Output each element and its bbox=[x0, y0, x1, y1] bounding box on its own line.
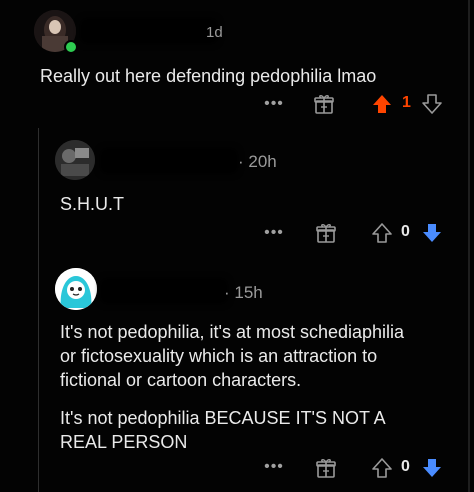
upvote-arrow-icon bbox=[372, 458, 392, 478]
downvote-button[interactable] bbox=[420, 92, 444, 116]
award-button[interactable] bbox=[314, 221, 338, 245]
upvote-arrow-icon bbox=[372, 223, 392, 243]
award-gift-icon bbox=[314, 95, 334, 114]
avatar-image-icon bbox=[55, 268, 97, 310]
scroll-edge bbox=[468, 0, 470, 492]
award-button[interactable] bbox=[312, 92, 336, 116]
comment-timestamp: 1d bbox=[206, 24, 223, 41]
downvote-arrow-icon bbox=[422, 94, 442, 114]
separator-dot: · bbox=[238, 152, 249, 171]
more-options-icon: ••• bbox=[264, 458, 284, 475]
more-options-icon: ••• bbox=[264, 224, 284, 241]
comment-body-line: It's not pedophilia, it's at most schedi… bbox=[60, 322, 405, 342]
comment-body-line: fictional or cartoon characters. bbox=[60, 370, 302, 390]
more-options-button[interactable]: ••• bbox=[262, 456, 286, 478]
comment-timestamp: · 15h bbox=[224, 283, 263, 303]
avatar[interactable] bbox=[55, 140, 95, 180]
comment-body-line: It's not pedophilia BECAUSE IT'S NOT A bbox=[60, 408, 386, 428]
separator-dot: · bbox=[224, 283, 235, 302]
comment-body: Really out here defending pedophilia lma… bbox=[40, 64, 440, 88]
upvote-button[interactable] bbox=[370, 221, 394, 245]
comment-body-line: REAL PERSON bbox=[60, 432, 188, 452]
upvote-arrow-icon bbox=[373, 95, 391, 113]
vote-count: 0 bbox=[401, 458, 410, 475]
comment-body-line: Really out here defending pedophilia lma… bbox=[40, 66, 377, 86]
more-options-button[interactable]: ••• bbox=[262, 93, 286, 115]
comment-thread: 1d Really out here defending pedophilia … bbox=[0, 0, 474, 492]
more-options-icon: ••• bbox=[264, 95, 284, 112]
comment-timestamp: · 20h bbox=[238, 152, 277, 172]
award-gift-icon bbox=[316, 459, 336, 478]
comment-body: S.H.U.T bbox=[60, 192, 440, 216]
vote-count: 0 bbox=[401, 223, 410, 240]
redacted-username bbox=[104, 152, 234, 170]
upvote-button[interactable] bbox=[370, 456, 394, 480]
redacted-username bbox=[104, 282, 224, 300]
downvote-arrow-icon bbox=[423, 459, 441, 477]
comment-time: 15h bbox=[234, 283, 263, 302]
award-gift-icon bbox=[316, 224, 336, 243]
avatar-image-icon bbox=[55, 140, 95, 180]
comment-time: 20h bbox=[248, 152, 277, 171]
downvote-button[interactable] bbox=[420, 221, 444, 245]
redacted-username bbox=[84, 22, 214, 40]
award-button[interactable] bbox=[314, 456, 338, 480]
comment-body-line: or fictosexuality which is an attraction… bbox=[60, 346, 378, 366]
downvote-button[interactable] bbox=[420, 456, 444, 480]
online-status-dot bbox=[64, 40, 78, 54]
vote-count: 1 bbox=[402, 94, 411, 111]
downvote-arrow-icon bbox=[423, 224, 441, 242]
comment-body-line: S.H.U.T bbox=[60, 194, 125, 214]
comment-body: It's not pedophilia, it's at most schedi… bbox=[60, 320, 460, 454]
thread-line bbox=[38, 128, 39, 492]
avatar[interactable] bbox=[55, 268, 97, 310]
more-options-button[interactable]: ••• bbox=[262, 222, 286, 244]
upvote-button[interactable] bbox=[370, 92, 394, 116]
